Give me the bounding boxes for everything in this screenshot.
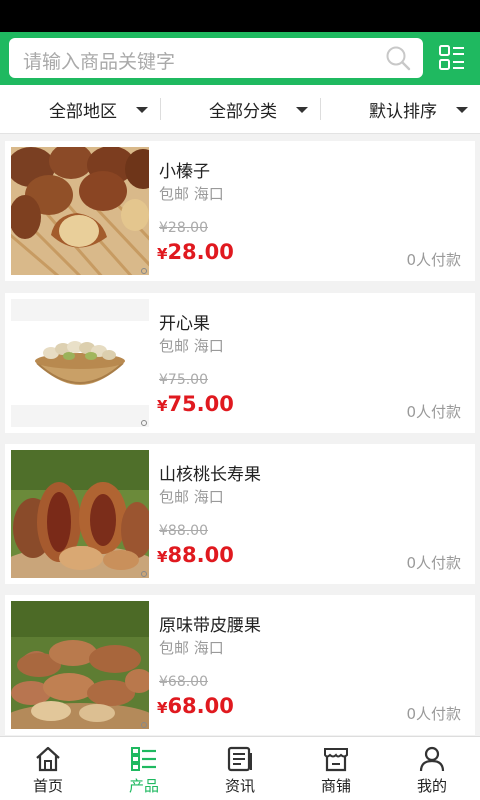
zoom-icon — [141, 268, 147, 274]
product-original-price: ¥68.00 — [159, 674, 208, 690]
currency-symbol: ¥ — [157, 699, 168, 717]
product-sales: 0人付款 — [406, 251, 461, 269]
grid-list-icon[interactable] — [438, 44, 466, 72]
price-value: 88.00 — [167, 543, 234, 567]
currency-symbol: ¥ — [157, 548, 168, 566]
product-shipping: 包邮 海口 — [159, 488, 224, 506]
product-price: ¥75.00 — [157, 392, 234, 416]
price-value: 28.00 — [167, 240, 234, 264]
filter-sort[interactable]: 默认排序 — [320, 85, 480, 134]
currency-symbol: ¥ — [157, 245, 168, 263]
news-icon — [227, 746, 252, 772]
product-card[interactable]: 小榛子 包邮 海口 ¥28.00 ¥28.00 0人付款 — [5, 141, 475, 281]
product-price: ¥88.00 — [157, 543, 234, 567]
caret-down-icon — [456, 106, 468, 113]
shop-icon — [324, 748, 348, 772]
tab-news-label: 资讯 — [224, 777, 255, 795]
product-shipping: 包邮 海口 — [159, 639, 224, 657]
product-card[interactable]: 山核桃长寿果 包邮 海口 ¥88.00 ¥88.00 0人付款 — [5, 444, 475, 584]
zoom-icon — [141, 571, 147, 577]
zoom-icon — [141, 420, 147, 426]
product-title: 小榛子 — [159, 162, 210, 182]
filter-region-label: 全部地区 — [49, 102, 117, 122]
product-original-price: ¥88.00 — [159, 523, 208, 539]
product-shipping: 包邮 海口 — [159, 185, 224, 203]
product-title: 开心果 — [159, 314, 210, 334]
filter-bar: 全部地区 全部分类 默认排序 — [0, 85, 480, 134]
product-image-hazelnut[interactable] — [11, 147, 149, 275]
tab-home-label: 首页 — [32, 777, 63, 795]
tab-mine-label: 我的 — [416, 777, 447, 795]
filter-category[interactable]: 全部分类 — [160, 85, 320, 134]
product-sales: 0人付款 — [406, 403, 461, 421]
product-sales: 0人付款 — [406, 705, 461, 723]
product-image-cashew[interactable] — [11, 601, 149, 729]
tab-shops[interactable]: 商铺 — [288, 737, 384, 800]
search-placeholder: 请输入商品关键字 — [23, 51, 176, 73]
top-bar: 请输入商品关键字 — [0, 32, 480, 85]
tab-mine[interactable]: 我的 — [384, 737, 480, 800]
product-image-pistachio[interactable] — [11, 299, 149, 427]
tab-news[interactable]: 资讯 — [192, 737, 288, 800]
product-sales: 0人付款 — [406, 554, 461, 572]
tab-shops-label: 商铺 — [320, 777, 351, 795]
price-value: 68.00 — [167, 694, 234, 718]
caret-down-icon — [296, 106, 308, 113]
product-shipping: 包邮 海口 — [159, 337, 224, 355]
currency-symbol: ¥ — [157, 397, 168, 415]
product-card[interactable]: 开心果 包邮 海口 ¥75.00 ¥75.00 0人付款 — [5, 293, 475, 433]
product-image-pecan[interactable] — [11, 450, 149, 578]
product-price: ¥28.00 — [157, 240, 234, 264]
price-value: 75.00 — [167, 392, 234, 416]
filter-sort-label: 默认排序 — [369, 102, 437, 122]
filter-region[interactable]: 全部地区 — [0, 85, 160, 134]
product-title: 原味带皮腰果 — [159, 616, 261, 636]
product-title: 山核桃长寿果 — [159, 465, 261, 485]
product-card[interactable]: 原味带皮腰果 包邮 海口 ¥68.00 ¥68.00 0人付款 — [5, 595, 475, 735]
product-list-icon — [131, 747, 156, 771]
status-bar — [0, 0, 480, 32]
zoom-icon — [141, 722, 147, 728]
search-icon[interactable] — [385, 45, 411, 71]
home-icon — [36, 746, 60, 772]
product-original-price: ¥28.00 — [159, 220, 208, 236]
tab-products[interactable]: 产品 — [96, 737, 192, 800]
filter-category-label: 全部分类 — [209, 102, 277, 122]
bottom-tab-bar: 首页 产品 资讯 商铺 我的 — [0, 736, 480, 800]
product-original-price: ¥75.00 — [159, 372, 208, 388]
tab-products-label: 产品 — [128, 777, 159, 795]
caret-down-icon — [136, 106, 148, 113]
user-icon — [419, 746, 445, 772]
search-input[interactable]: 请输入商品关键字 — [9, 38, 423, 78]
product-price: ¥68.00 — [157, 694, 234, 718]
tab-home[interactable]: 首页 — [0, 737, 96, 800]
